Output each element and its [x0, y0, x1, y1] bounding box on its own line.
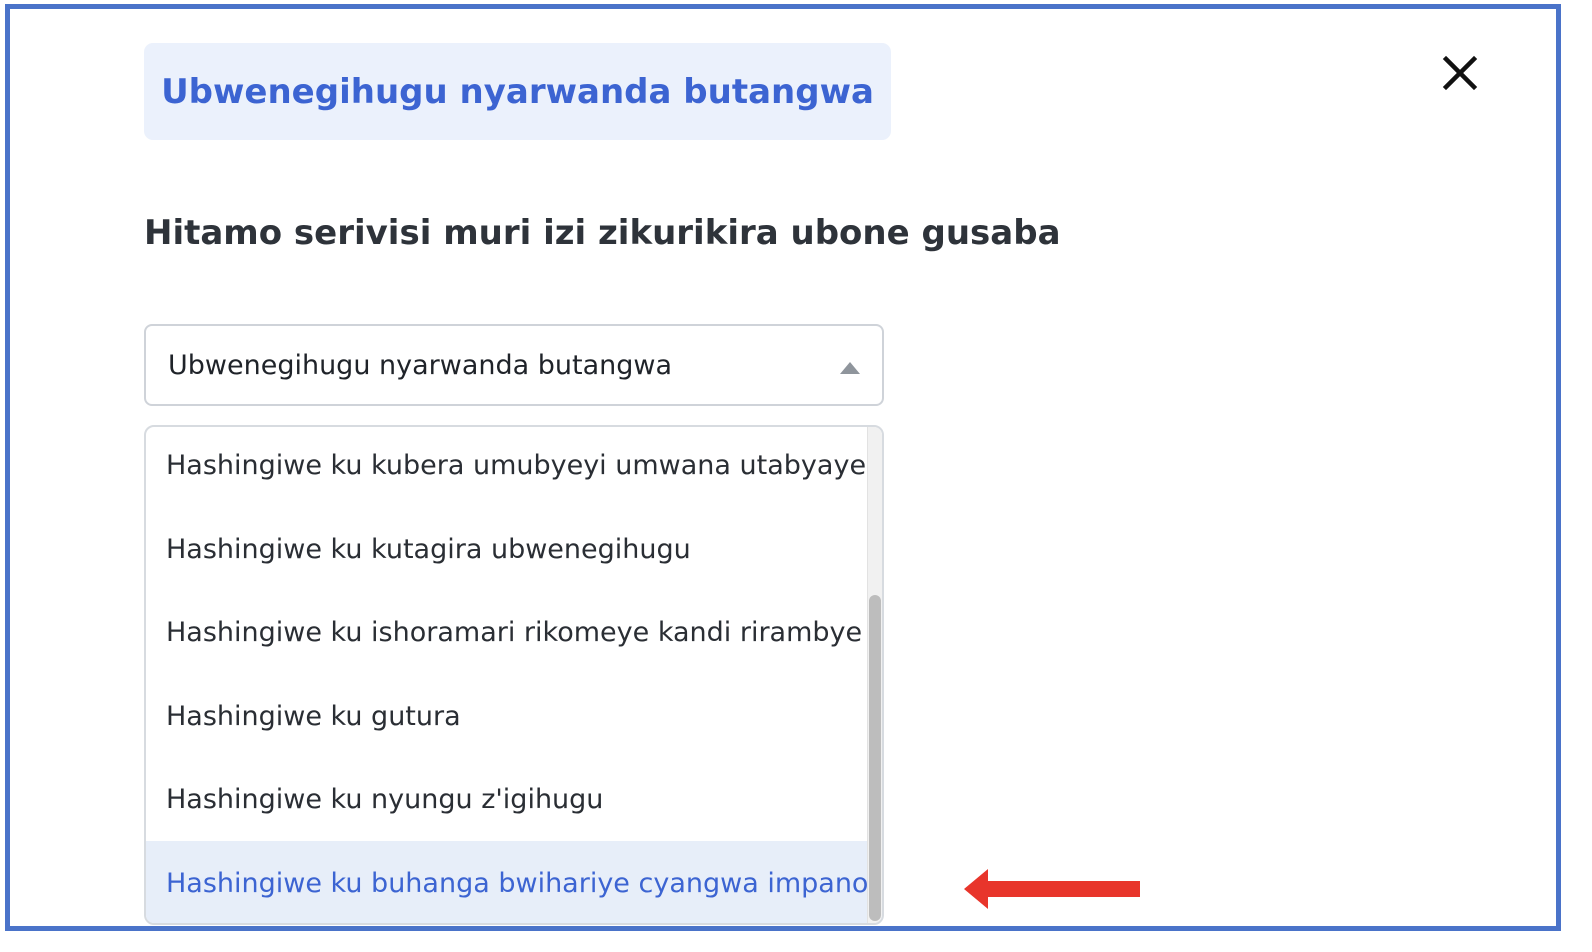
option-label: Hashingiwe ku kutagira ubwenegihugu [166, 533, 691, 565]
option-ishoramari[interactable]: Hashingiwe ku ishoramari rikomeye kandi … [146, 590, 870, 674]
option-label: Hashingiwe ku ishoramari rikomeye kandi … [166, 616, 863, 648]
window-frame: Ubwenegihugu nyarwanda butangwa Hitamo s… [5, 4, 1561, 931]
service-title-badge: Ubwenegihugu nyarwanda butangwa [144, 43, 891, 140]
option-label: Hashingiwe ku gutura [166, 700, 461, 732]
page-heading: Hitamo serivisi muri izi zikurikira ubon… [144, 213, 1061, 253]
service-select-value: Ubwenegihugu nyarwanda butangwa [168, 349, 673, 381]
service-options-list[interactable]: Hashingiwe ku kubera umubyeyi umwana uta… [144, 425, 884, 925]
option-buhanga-selected[interactable]: Hashingiwe ku buhanga bwihariye cyangwa … [146, 841, 870, 923]
option-umubyeyi[interactable]: Hashingiwe ku kubera umubyeyi umwana uta… [146, 427, 870, 507]
option-nyungu-zigihugu[interactable]: Hashingiwe ku nyungu z'igihugu [146, 757, 870, 841]
close-icon [1442, 55, 1478, 91]
option-gutura[interactable]: Hashingiwe ku gutura [146, 674, 870, 758]
service-select[interactable]: Ubwenegihugu nyarwanda butangwa [144, 324, 884, 406]
option-label: Hashingiwe ku buhanga bwihariye cyangwa … [166, 867, 869, 899]
red-arrow-icon [964, 869, 1140, 909]
scrollbar-thumb[interactable] [869, 595, 881, 921]
option-label: Hashingiwe ku kubera umubyeyi umwana uta… [166, 449, 867, 481]
caret-up-icon [840, 362, 860, 374]
close-button[interactable] [1430, 47, 1490, 101]
option-label: Hashingiwe ku nyungu z'igihugu [166, 783, 604, 815]
option-kutagira-ubwenegihugu[interactable]: Hashingiwe ku kutagira ubwenegihugu [146, 507, 870, 591]
scrollbar-track[interactable] [867, 427, 882, 923]
service-title: Ubwenegihugu nyarwanda butangwa [161, 71, 874, 112]
